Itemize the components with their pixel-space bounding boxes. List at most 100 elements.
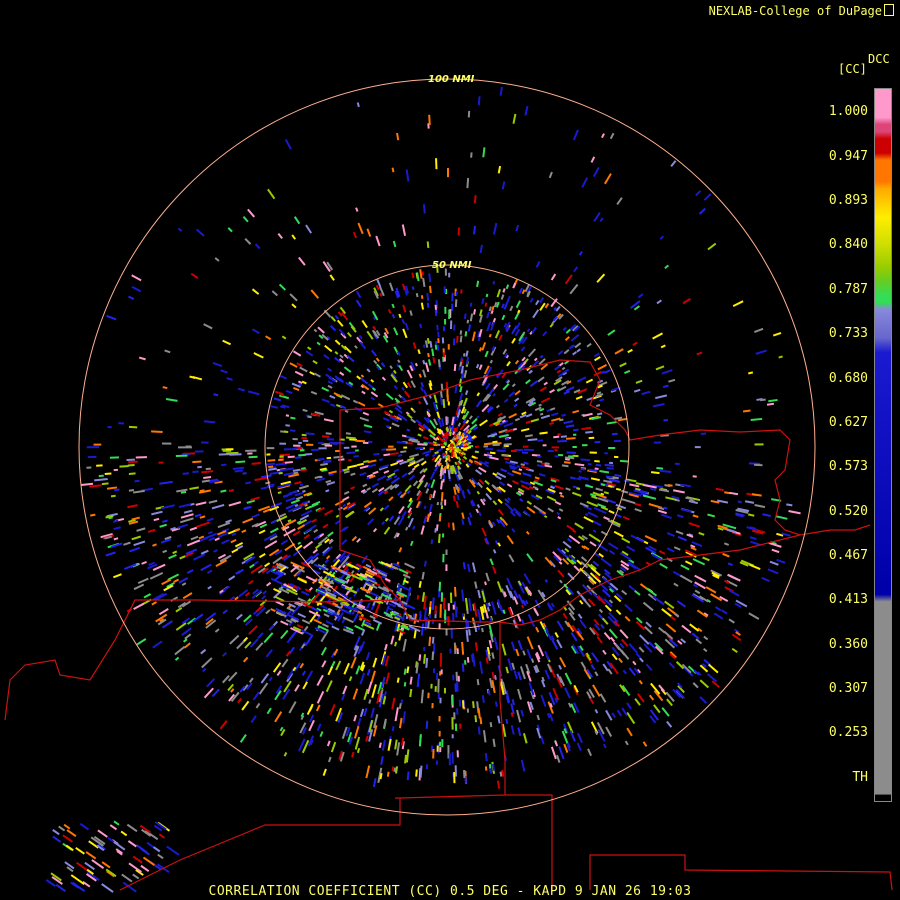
echo-bin xyxy=(388,515,395,522)
echo-bin xyxy=(175,454,188,458)
echo-bin xyxy=(94,477,108,482)
echo-bin xyxy=(129,546,141,553)
echo-bin xyxy=(356,717,362,728)
echo-bin xyxy=(454,299,458,308)
echo-bin xyxy=(557,453,564,457)
echo-bin xyxy=(556,620,565,631)
echo-bin xyxy=(345,510,355,518)
echo-bin xyxy=(304,670,314,683)
echo-bin xyxy=(461,512,465,519)
echo-bin xyxy=(422,369,427,378)
echo-bin xyxy=(735,599,748,608)
echo-bin xyxy=(366,602,371,609)
echo-bin xyxy=(426,241,430,249)
echo-bin xyxy=(634,508,642,513)
echo-bin xyxy=(761,576,770,583)
echo-bin xyxy=(294,456,302,459)
echo-bin xyxy=(220,489,227,493)
radar-map[interactable]: 50 NMI 100 NMI xyxy=(0,0,900,900)
echo-bin xyxy=(420,525,425,535)
echo-bin xyxy=(190,272,199,279)
echo-bin xyxy=(497,498,503,504)
credit-label[interactable]: NEXLAB-College of DuPage xyxy=(709,4,894,18)
echo-bin xyxy=(481,298,485,305)
echo-bin xyxy=(496,581,503,593)
echo-bin xyxy=(189,375,196,379)
echo-bin xyxy=(118,422,125,425)
echo-bin xyxy=(475,363,480,369)
echo-bin xyxy=(323,613,330,618)
echo-bin xyxy=(637,293,644,299)
echo-bin xyxy=(248,625,258,635)
echo-bin xyxy=(471,418,478,425)
echo-bin xyxy=(532,309,540,319)
echo-bin xyxy=(186,569,194,574)
echo-bin xyxy=(195,521,210,528)
echo-bin xyxy=(613,455,619,459)
echo-bin xyxy=(747,513,755,517)
echo-bin xyxy=(453,363,457,372)
echo-bin xyxy=(397,359,401,364)
echo-bin xyxy=(388,452,399,456)
echo-bin xyxy=(101,482,109,486)
echo-bin xyxy=(401,510,407,518)
echo-bin xyxy=(166,845,180,856)
echo-bin xyxy=(323,354,330,360)
echo-bin xyxy=(203,420,216,424)
echo-bin xyxy=(523,573,532,585)
echo-bin xyxy=(114,488,120,492)
echo-bin xyxy=(410,418,417,424)
echo-bin xyxy=(174,645,186,656)
echo-bin xyxy=(190,535,199,541)
echo-bin xyxy=(520,759,526,772)
echo-bin xyxy=(440,505,444,510)
echo-bin xyxy=(321,660,327,668)
echo-bin xyxy=(302,681,308,690)
echo-bin xyxy=(722,552,730,558)
echo-bin xyxy=(508,554,515,563)
echo-bin xyxy=(398,547,403,553)
echo-bin xyxy=(302,540,314,550)
echo-bin xyxy=(520,484,530,491)
echo-bin xyxy=(572,351,577,356)
echo-bin xyxy=(525,530,530,535)
echo-bin xyxy=(132,855,143,864)
echo-bin xyxy=(563,349,570,355)
echo-bin xyxy=(352,399,359,404)
echo-bin xyxy=(609,132,615,140)
echo-bin xyxy=(560,435,567,438)
echo-bin xyxy=(689,623,700,632)
echo-bin xyxy=(316,341,321,346)
echo-bin xyxy=(318,447,327,450)
echo-bin xyxy=(511,337,516,344)
echo-bin xyxy=(457,422,462,427)
echo-bin xyxy=(435,672,439,680)
echo-bin xyxy=(467,563,471,573)
echo-bin xyxy=(299,366,308,373)
echo-bin xyxy=(105,868,117,878)
echo-bin xyxy=(330,325,337,332)
echo-bin xyxy=(577,732,584,744)
echo-bin xyxy=(438,581,442,592)
echo-bin xyxy=(168,554,177,560)
ring-label-100: 100 NMI xyxy=(428,74,475,85)
echo-bin xyxy=(366,487,371,491)
echo-bin xyxy=(596,412,603,416)
color-scale-bar xyxy=(874,88,892,802)
echo-bin xyxy=(666,547,675,553)
echo-bin xyxy=(405,169,410,182)
echo-bin xyxy=(474,445,480,449)
echo-bin xyxy=(546,408,551,413)
echo-bin xyxy=(471,455,476,459)
echo-bin xyxy=(627,348,633,354)
echo-bin xyxy=(366,681,373,695)
echo-bin xyxy=(642,601,654,612)
echo-bin xyxy=(505,666,510,674)
echo-bin xyxy=(131,286,142,293)
echo-bin xyxy=(261,595,267,600)
echo-bin xyxy=(144,830,159,841)
echo-bin xyxy=(289,293,298,302)
echo-bin xyxy=(457,227,460,236)
echo-bin xyxy=(501,454,509,457)
echo-bin xyxy=(680,564,690,571)
